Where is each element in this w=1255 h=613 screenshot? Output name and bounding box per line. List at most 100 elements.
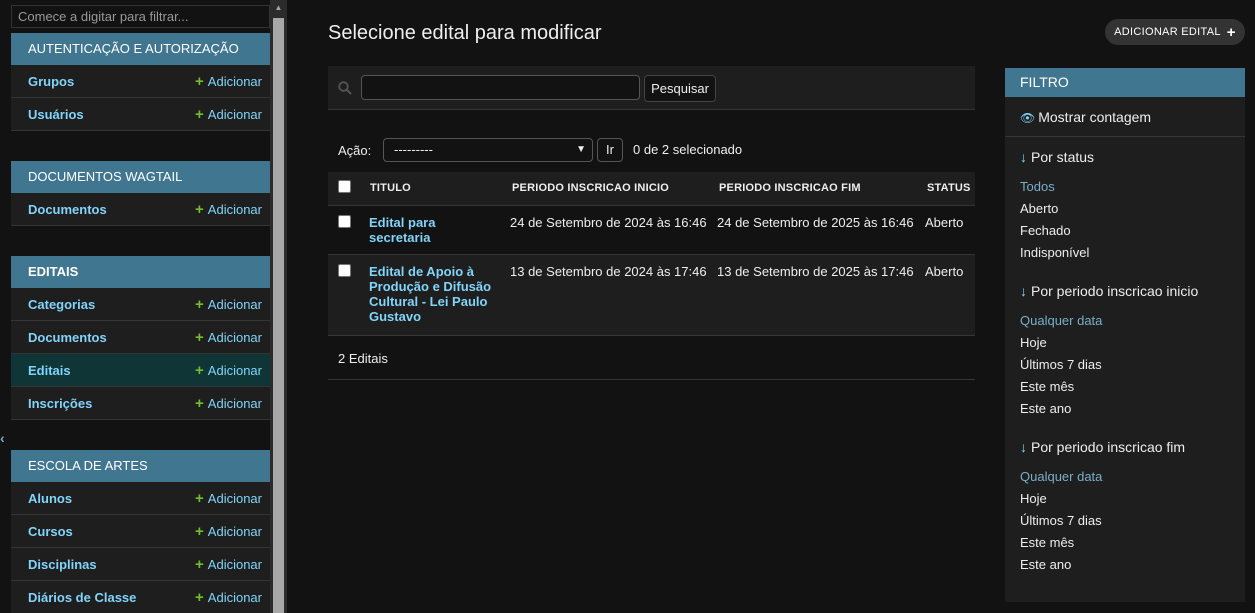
title-cell: Edital para secretaria: [360, 205, 502, 255]
model-link[interactable]: Grupos: [28, 74, 74, 89]
column-header-inicio[interactable]: PERIODO INSCRICAO INICIO: [502, 172, 709, 206]
filter-option[interactable]: Indisponível: [1020, 242, 1245, 264]
module-caption[interactable]: EDITAIS: [11, 256, 270, 288]
arrow-down-icon: ↓: [1020, 283, 1027, 299]
row-checkbox-cell: [328, 254, 360, 336]
search-button[interactable]: Pesquisar: [644, 75, 716, 102]
filter-group-label: Por periodo inscricao fim: [1031, 439, 1186, 455]
result-table: TITULO PERIODO INSCRICAO INICIO PERIODO …: [328, 172, 975, 336]
add-link[interactable]: + Adicionar: [195, 202, 262, 217]
add-link[interactable]: + Adicionar: [195, 590, 262, 605]
add-edital-button[interactable]: ADICIONAR EDITAL +: [1105, 19, 1245, 45]
sidebar-item-alunos[interactable]: Alunos + Adicionar: [11, 482, 270, 515]
sidebar-item-categorias[interactable]: Categorias + Adicionar: [11, 288, 270, 321]
edital-link[interactable]: Edital de Apoio à Produção e Difusão Cultu…: [369, 264, 491, 324]
module-editais: EDITAIS Categorias + Adicionar Documentos…: [11, 256, 270, 420]
filter-option[interactable]: Hoje: [1020, 488, 1245, 510]
arrow-down-icon: ↓: [1020, 149, 1027, 165]
filter-option[interactable]: Últimos 7 dias: [1020, 510, 1245, 532]
go-button[interactable]: Ir: [597, 138, 623, 162]
model-link[interactable]: Disciplinas: [28, 557, 97, 572]
column-header-status[interactable]: STATUS: [917, 172, 975, 206]
table-header-row: TITULO PERIODO INSCRICAO INICIO PERIODO …: [328, 172, 975, 206]
model-link[interactable]: Cursos: [28, 524, 73, 539]
filter-option[interactable]: Este ano: [1020, 398, 1245, 420]
sidebar-item-usuarios[interactable]: Usuários + Adicionar: [11, 98, 270, 131]
column-header-fim[interactable]: PERIODO INSCRICAO FIM: [709, 172, 917, 206]
action-select[interactable]: --------- ▼: [383, 138, 593, 162]
filter-group-title-inicio[interactable]: ↓ Por periodo inscricao inicio: [1005, 283, 1245, 299]
actions-bar: Ação: --------- ▼ Ir 0 de 2 selecionado: [328, 138, 975, 164]
filter-option[interactable]: Últimos 7 dias: [1020, 354, 1245, 376]
add-label: Adicionar: [207, 329, 262, 345]
plus-icon: +: [195, 200, 204, 218]
filter-option[interactable]: Este ano: [1020, 554, 1245, 576]
filter-option[interactable]: Hoje: [1020, 332, 1245, 354]
add-label: Adicionar: [207, 589, 262, 605]
model-link[interactable]: Diários de Classe: [28, 590, 136, 605]
module-caption[interactable]: AUTENTICAÇÃO E AUTORIZAÇÃO: [11, 33, 270, 65]
plus-icon: +: [195, 328, 204, 346]
model-link[interactable]: Categorias: [28, 297, 95, 312]
add-link[interactable]: + Adicionar: [195, 396, 262, 411]
filter-group-label: Por periodo inscricao inicio: [1031, 283, 1199, 299]
sidebar-item-diarios[interactable]: Diários de Classe + Adicionar: [11, 581, 270, 613]
filter-options-status: Todos Aberto Fechado Indisponível: [1005, 176, 1245, 264]
nav-filter-input[interactable]: [11, 5, 270, 28]
add-link[interactable]: + Adicionar: [195, 491, 262, 506]
sidebar-item-cursos[interactable]: Cursos + Adicionar: [11, 515, 270, 548]
filter-option[interactable]: Qualquer data: [1020, 310, 1245, 332]
add-link[interactable]: + Adicionar: [195, 363, 262, 378]
sidebar-item-disciplinas[interactable]: Disciplinas + Adicionar: [11, 548, 270, 581]
model-link[interactable]: Usuários: [28, 107, 84, 122]
row-checkbox[interactable]: [338, 214, 351, 228]
status-cell: Aberto: [917, 254, 975, 336]
add-link[interactable]: + Adicionar: [195, 524, 262, 539]
filter-option[interactable]: Fechado: [1020, 220, 1245, 242]
paginator: 2 Editais: [328, 337, 975, 380]
sidebar-item-documentos[interactable]: Documentos + Adicionar: [11, 321, 270, 354]
filter-option[interactable]: Qualquer data: [1020, 466, 1245, 488]
sidebar-item-documentos[interactable]: Documentos + Adicionar: [11, 193, 270, 226]
add-label: Adicionar: [207, 106, 262, 122]
edital-link[interactable]: Edital para secretaria: [369, 215, 435, 245]
select-all-checkbox[interactable]: [338, 180, 351, 194]
model-link[interactable]: Inscrições: [28, 396, 92, 411]
column-header-titulo[interactable]: TITULO: [360, 172, 502, 206]
scroll-up-arrow-icon[interactable]: ▲: [273, 2, 284, 14]
filter-group-title-fim[interactable]: ↓ Por periodo inscricao fim: [1005, 439, 1245, 455]
add-label: Adicionar: [207, 296, 262, 312]
add-label: Adicionar: [207, 362, 262, 378]
row-checkbox[interactable]: [338, 263, 351, 277]
show-counts-link[interactable]: 👁 Mostrar contagem: [1005, 97, 1245, 137]
add-link[interactable]: + Adicionar: [195, 330, 262, 345]
model-link[interactable]: Documentos: [28, 202, 107, 217]
filter-options-fim: Qualquer data Hoje Últimos 7 dias Este m…: [1005, 466, 1245, 576]
add-link[interactable]: + Adicionar: [195, 557, 262, 572]
model-link[interactable]: Alunos: [28, 491, 72, 506]
filter-option[interactable]: Este mês: [1020, 376, 1245, 398]
module-caption[interactable]: ESCOLA DE ARTES: [11, 450, 270, 482]
filter-group-title-status[interactable]: ↓ Por status: [1005, 149, 1245, 165]
title-line: Cultural - Lei Paulo: [369, 293, 488, 309]
search-input[interactable]: [361, 75, 640, 100]
sidebar-item-editais[interactable]: Editais + Adicionar: [11, 354, 270, 387]
action-select-value: ---------: [394, 142, 433, 157]
title-line: Edital de Apoio à: [369, 263, 474, 279]
model-link[interactable]: Documentos: [28, 330, 107, 345]
add-link[interactable]: + Adicionar: [195, 297, 262, 312]
add-link[interactable]: + Adicionar: [195, 107, 262, 122]
module-caption[interactable]: DOCUMENTOS WAGTAIL: [11, 161, 270, 193]
sidebar-item-grupos[interactable]: Grupos + Adicionar: [11, 65, 270, 98]
eye-icon: 👁: [1020, 111, 1036, 125]
module-wagtail-docs: DOCUMENTOS WAGTAIL Documentos + Adicionar: [11, 161, 270, 226]
content-main: Selecione edital para modificar ADICIONA…: [287, 0, 1255, 613]
sidebar-scroll-thumb[interactable]: [273, 18, 284, 613]
sidebar-toggle-icon[interactable]: ‹: [0, 430, 5, 446]
sidebar-item-inscricoes[interactable]: Inscrições + Adicionar: [11, 387, 270, 420]
model-link[interactable]: Editais: [28, 363, 71, 378]
add-link[interactable]: + Adicionar: [195, 74, 262, 89]
filter-option[interactable]: Este mês: [1020, 532, 1245, 554]
filter-option[interactable]: Aberto: [1020, 198, 1245, 220]
filter-option[interactable]: Todos: [1020, 176, 1245, 198]
